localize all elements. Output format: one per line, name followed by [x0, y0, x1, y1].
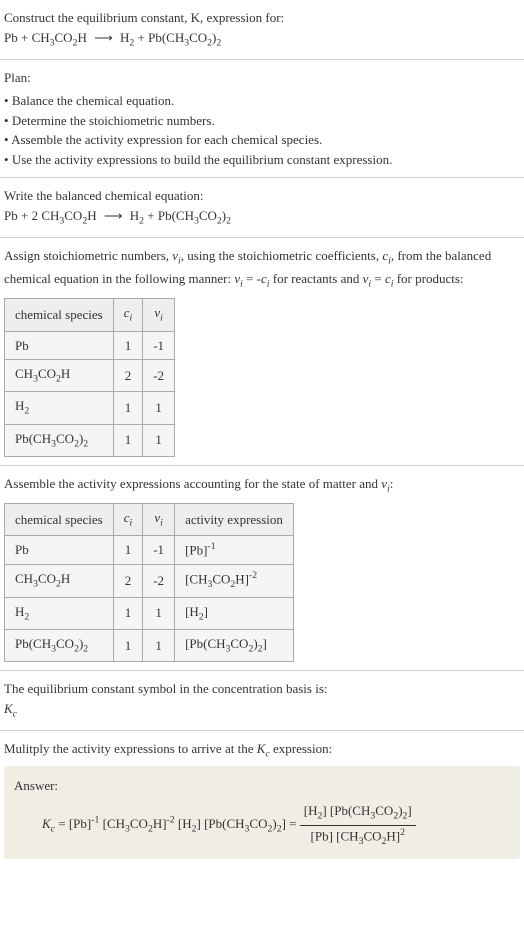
table-row: CH3CO2H 2 -2 [CH3CO2H]-2	[5, 565, 294, 598]
nui-cell: 1	[143, 392, 175, 424]
table-row: Pb 1 -1	[5, 331, 175, 360]
answer-label: Answer:	[14, 776, 510, 796]
species-cell: H2	[5, 392, 114, 424]
ci-cell: 1	[113, 392, 143, 424]
multiply-text: Mulitply the activity expressions to arr…	[4, 739, 520, 762]
col-nui: νi	[143, 503, 175, 535]
species-cell: Pb(CH3CO2)2	[5, 424, 114, 456]
col-species: chemical species	[5, 299, 114, 331]
answer-equation: Kc = [Pb]-1 [CH3CO2H]-2 [H2] [Pb(CH3CO2)…	[14, 795, 510, 849]
numerator: [H2] [Pb(CH3CO2)2]	[300, 801, 416, 825]
plan-item: Use the activity expressions to build th…	[4, 150, 520, 170]
plan-item: Determine the stoichiometric numbers.	[4, 111, 520, 131]
col-nui: νi	[143, 299, 175, 331]
intro-text: Construct the equilibrium constant, K, e…	[4, 8, 520, 51]
activity-cell: [Pb(CH3CO2)2]	[175, 629, 294, 661]
table-row: H2 1 1	[5, 392, 175, 424]
nui-cell: 1	[143, 424, 175, 456]
table-row: Pb 1 -1 [Pb]-1	[5, 536, 294, 565]
stoich-table: chemical species ci νi Pb 1 -1 CH3CO2H 2…	[4, 298, 175, 456]
balanced-header: Write the balanced chemical equation:	[4, 186, 520, 206]
answer-box: Answer: Kc = [Pb]-1 [CH3CO2H]-2 [H2] [Pb…	[4, 766, 520, 859]
species-cell: Pb	[5, 536, 114, 565]
balanced-section: Write the balanced chemical equation: Pb…	[0, 178, 524, 238]
col-activity: activity expression	[175, 503, 294, 535]
activity-header: Assemble the activity expressions accoun…	[4, 474, 520, 497]
fraction: [H2] [Pb(CH3CO2)2] [Pb] [CH3CO2H]2	[300, 801, 416, 849]
multiply-section: Mulitply the activity expressions to arr…	[0, 731, 524, 867]
col-species: chemical species	[5, 503, 114, 535]
activity-table: chemical species ci νi activity expressi…	[4, 503, 294, 662]
species-cell: H2	[5, 597, 114, 629]
ci-cell: 2	[113, 565, 143, 598]
basis-text: The equilibrium constant symbol in the c…	[4, 679, 520, 699]
table-row: Pb(CH3CO2)2 1 1	[5, 424, 175, 456]
table-row: Pb(CH3CO2)2 1 1 [Pb(CH3CO2)2]	[5, 629, 294, 661]
balanced-equation: Pb + 2 CH3CO2H ⟶ H2 + Pb(CH3CO2)2	[4, 208, 231, 223]
stoich-text: Assign stoichiometric numbers, νi, using…	[4, 246, 520, 292]
nui-cell: -2	[143, 565, 175, 598]
ci-cell: 1	[113, 629, 143, 661]
kc-symbol: Kc	[4, 699, 520, 722]
ci-cell: 1	[113, 424, 143, 456]
nui-cell: 1	[143, 597, 175, 629]
plan-section: Plan: Balance the chemical equation. Det…	[0, 60, 524, 179]
nui-cell: 1	[143, 629, 175, 661]
plan-item: Balance the chemical equation.	[4, 91, 520, 111]
activity-cell: [CH3CO2H]-2	[175, 565, 294, 598]
intro-line1: Construct the equilibrium constant, K, e…	[4, 10, 284, 25]
col-ci: ci	[113, 503, 143, 535]
ci-cell: 1	[113, 536, 143, 565]
stoich-section: Assign stoichiometric numbers, νi, using…	[0, 238, 524, 466]
plan-header: Plan:	[4, 68, 520, 88]
species-cell: Pb(CH3CO2)2	[5, 629, 114, 661]
nui-cell: -1	[143, 536, 175, 565]
table-header-row: chemical species ci νi activity expressi…	[5, 503, 294, 535]
activity-cell: [H2]	[175, 597, 294, 629]
table-row: CH3CO2H 2 -2	[5, 360, 175, 392]
species-cell: Pb	[5, 331, 114, 360]
table-header-row: chemical species ci νi	[5, 299, 175, 331]
col-ci: ci	[113, 299, 143, 331]
unbalanced-equation: Pb + CH3CO2H ⟶ H2 + Pb(CH3CO2)2	[4, 30, 221, 45]
nui-cell: -1	[143, 331, 175, 360]
ci-cell: 1	[113, 597, 143, 629]
basis-section: The equilibrium constant symbol in the c…	[0, 671, 524, 731]
plan-list: Balance the chemical equation. Determine…	[4, 91, 520, 169]
ci-cell: 1	[113, 331, 143, 360]
intro-section: Construct the equilibrium constant, K, e…	[0, 0, 524, 60]
species-cell: CH3CO2H	[5, 565, 114, 598]
activity-cell: [Pb]-1	[175, 536, 294, 565]
denominator: [Pb] [CH3CO2H]2	[300, 826, 416, 850]
table-row: H2 1 1 [H2]	[5, 597, 294, 629]
nui-cell: -2	[143, 360, 175, 392]
species-cell: CH3CO2H	[5, 360, 114, 392]
ci-cell: 2	[113, 360, 143, 392]
plan-item: Assemble the activity expression for eac…	[4, 130, 520, 150]
activity-section: Assemble the activity expressions accoun…	[0, 466, 524, 671]
